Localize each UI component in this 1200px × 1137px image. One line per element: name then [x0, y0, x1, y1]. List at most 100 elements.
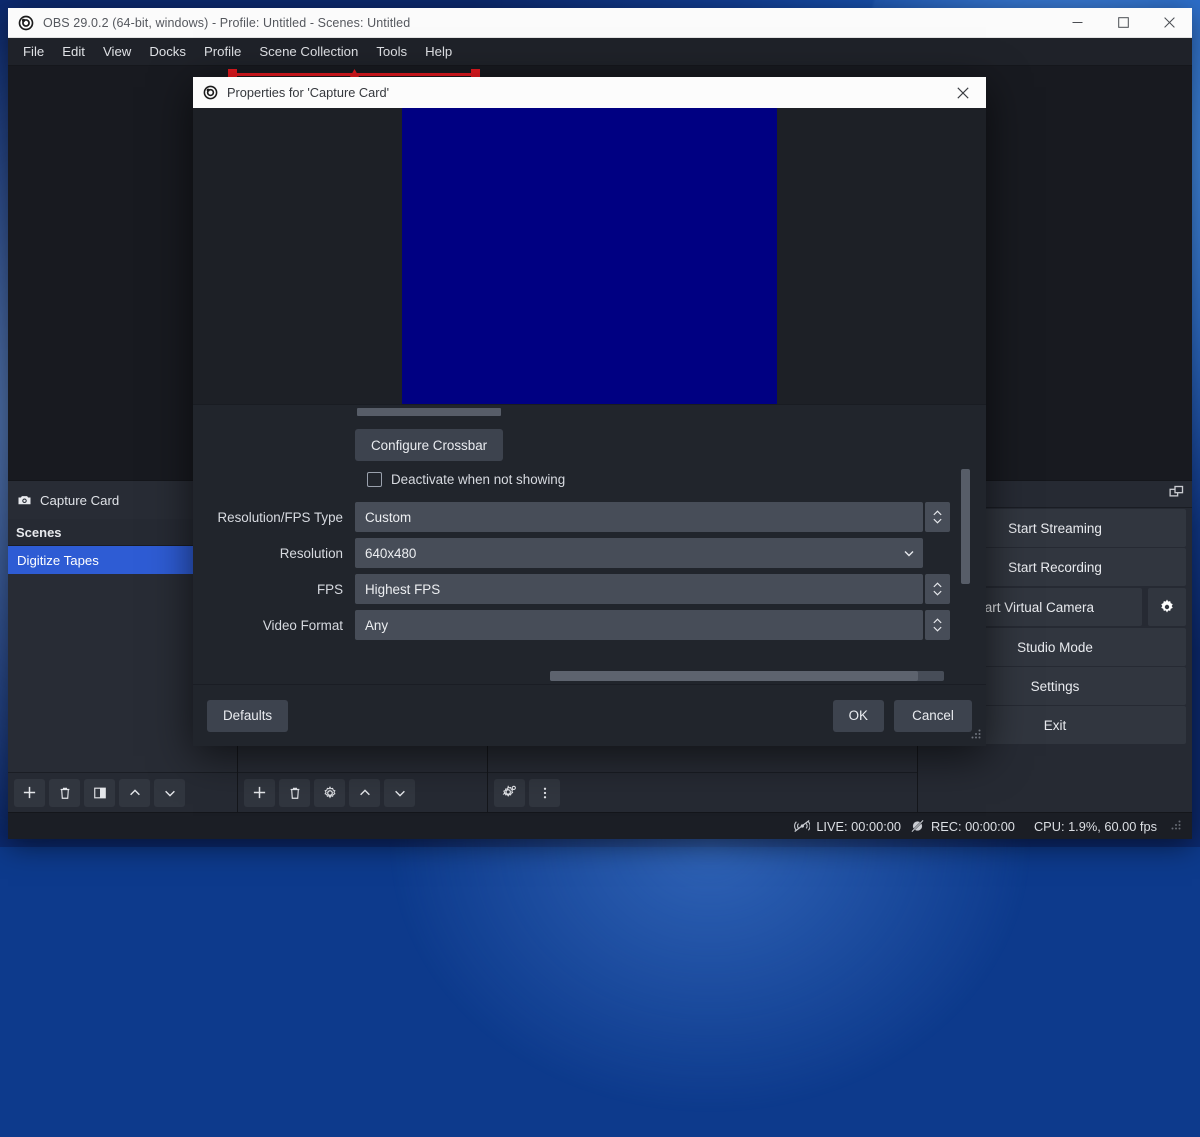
menu-view[interactable]: View	[94, 40, 140, 63]
mixer-toolbar	[488, 772, 917, 812]
menu-tools[interactable]: Tools	[367, 40, 416, 63]
fps-spinner[interactable]	[925, 574, 950, 604]
resolution-fps-type-label: Resolution/FPS Type	[205, 510, 355, 525]
broadcast-off-icon	[793, 819, 810, 833]
chevron-down-icon	[163, 786, 177, 800]
close-button[interactable]	[1146, 8, 1192, 38]
video-format-field[interactable]: Any	[355, 610, 923, 640]
configure-crossbar-button[interactable]: Configure Crossbar	[355, 429, 503, 461]
dialog-video-preview	[193, 108, 986, 405]
scene-filters-icon	[93, 786, 107, 800]
configure-crossbar-row: Configure Crossbar	[205, 427, 950, 463]
fps-value: Highest FPS	[365, 582, 440, 597]
remove-scene-button[interactable]	[49, 779, 80, 807]
resize-grip-icon[interactable]	[1170, 819, 1182, 834]
undock-icon[interactable]	[1169, 485, 1184, 503]
scene-filters-button[interactable]	[84, 779, 115, 807]
mixer-advanced-audio-button[interactable]	[494, 779, 525, 807]
live-status: LIVE: 00:00:00	[793, 819, 901, 834]
menu-file[interactable]: File	[14, 40, 53, 63]
form-bottom-partial-field[interactable]	[550, 671, 944, 681]
resolution-fps-type-value: Custom	[365, 510, 411, 525]
window-titlebar: OBS 29.0.2 (64-bit, windows) - Profile: …	[8, 8, 1192, 38]
gear-icon	[323, 786, 337, 800]
mixer-menu-button[interactable]	[529, 779, 560, 807]
scenes-toolbar	[8, 772, 237, 812]
dialog-titlebar: Properties for 'Capture Card'	[193, 77, 986, 108]
record-off-icon	[910, 819, 925, 833]
video-format-value: Any	[365, 618, 388, 633]
menu-profile[interactable]: Profile	[195, 40, 250, 63]
add-scene-button[interactable]	[14, 779, 45, 807]
form-vertical-scrollbar[interactable]	[961, 469, 970, 584]
statusbar: LIVE: 00:00:00 REC: 00:00:00 CPU: 1.9%, …	[8, 812, 1192, 839]
dialog-resize-grip-icon[interactable]	[970, 728, 982, 743]
kebab-menu-icon	[538, 786, 552, 800]
video-format-spinner[interactable]	[925, 610, 950, 640]
obs-logo-icon	[18, 15, 34, 31]
gear-icon	[1159, 599, 1175, 615]
add-source-button[interactable]	[244, 779, 275, 807]
list-item-label: Capture Card	[40, 493, 119, 508]
red-annotation-marker	[228, 69, 480, 77]
virtual-camera-settings-button[interactable]	[1148, 588, 1186, 626]
rec-status: REC: 00:00:00	[910, 819, 1015, 834]
window-controls	[1054, 8, 1192, 38]
scrollbar-thumb[interactable]	[357, 408, 501, 416]
deactivate-checkbox-label: Deactivate when not showing	[391, 472, 565, 487]
scenes-dock-title-label: Scenes	[16, 525, 62, 540]
annotation-handle-left	[228, 69, 237, 77]
minimize-button[interactable]	[1054, 8, 1100, 38]
trash-icon	[58, 786, 72, 800]
resolution-value: 640x480	[365, 546, 416, 561]
fps-field[interactable]: Highest FPS	[355, 574, 923, 604]
chevron-up-icon	[358, 786, 372, 800]
resolution-fps-type-spinner[interactable]	[925, 502, 950, 532]
menu-scene-collection[interactable]: Scene Collection	[250, 40, 367, 63]
ok-button[interactable]: OK	[833, 700, 884, 732]
video-format-row: Video Format Any	[205, 607, 950, 643]
resolution-combobox[interactable]: 640x480	[355, 538, 923, 568]
cancel-button[interactable]: Cancel	[894, 700, 972, 732]
deactivate-checkbox[interactable]	[367, 472, 382, 487]
chevron-up-icon	[128, 786, 142, 800]
menu-docks[interactable]: Docks	[140, 40, 195, 63]
scene-item-label: Digitize Tapes	[17, 553, 99, 568]
chevron-down-icon[interactable]	[895, 538, 923, 568]
move-source-down-button[interactable]	[384, 779, 415, 807]
dialog-form: Configure Crossbar Deactivate when not s…	[193, 419, 986, 684]
video-format-label: Video Format	[205, 618, 355, 633]
window-title: OBS 29.0.2 (64-bit, windows) - Profile: …	[43, 16, 410, 30]
menu-help[interactable]: Help	[416, 40, 461, 63]
mixer-track-mic-aux[interactable]: Mic/Aux 0.0 dB -60 -55 -50 -45	[488, 763, 917, 772]
video-preview-frame	[402, 108, 777, 404]
annotation-handle-right	[471, 69, 480, 77]
source-properties-button[interactable]	[314, 779, 345, 807]
menubar: File Edit View Docks Profile Scene Colle…	[8, 38, 1192, 66]
remove-source-button[interactable]	[279, 779, 310, 807]
resolution-fps-type-field[interactable]: Custom	[355, 502, 923, 532]
scrollbar-thumb[interactable]	[550, 671, 918, 681]
maximize-button[interactable]	[1100, 8, 1146, 38]
move-scene-down-button[interactable]	[154, 779, 185, 807]
preview-horizontal-scrollbar[interactable]	[193, 405, 986, 419]
dialog-title: Properties for 'Capture Card'	[227, 85, 389, 100]
audio-settings-icon	[502, 785, 517, 800]
move-source-up-button[interactable]	[349, 779, 380, 807]
dialog-footer: Defaults OK Cancel	[193, 684, 986, 746]
plus-icon	[252, 785, 267, 800]
dialog-close-button[interactable]	[940, 77, 986, 108]
rec-timer: REC: 00:00:00	[931, 819, 1015, 834]
live-timer: LIVE: 00:00:00	[816, 819, 901, 834]
resolution-row: Resolution 640x480	[205, 535, 950, 571]
resolution-label: Resolution	[205, 546, 355, 561]
sources-toolbar	[238, 772, 487, 812]
move-scene-up-button[interactable]	[119, 779, 150, 807]
fps-label: FPS	[205, 582, 355, 597]
defaults-button[interactable]: Defaults	[207, 700, 288, 732]
camera-icon	[17, 493, 32, 508]
fps-row: FPS Highest FPS	[205, 571, 950, 607]
deactivate-checkbox-row[interactable]: Deactivate when not showing	[367, 463, 986, 495]
menu-edit[interactable]: Edit	[53, 40, 94, 63]
properties-dialog: Properties for 'Capture Card' Configure …	[193, 77, 986, 746]
